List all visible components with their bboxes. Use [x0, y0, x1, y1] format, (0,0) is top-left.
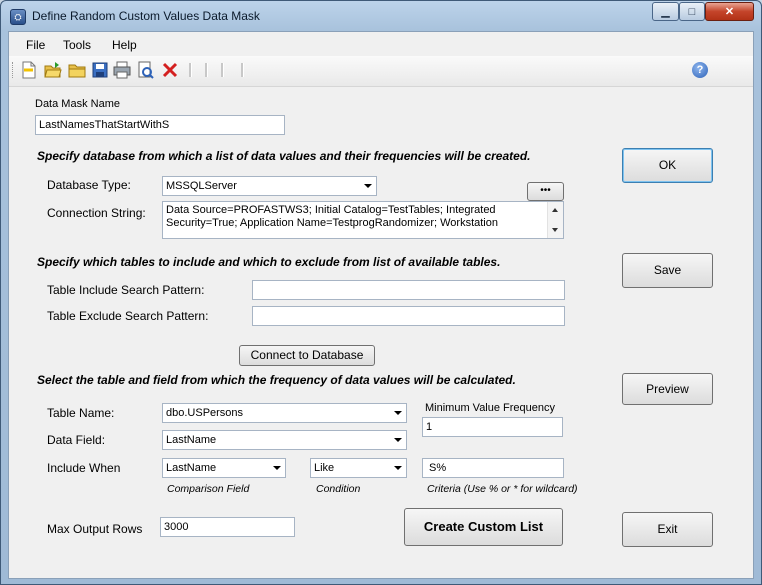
print-preview-icon[interactable] — [137, 61, 155, 79]
minimize-button[interactable]: ▁ — [652, 2, 679, 21]
help-icon[interactable]: ? — [692, 62, 708, 78]
include-pattern-field[interactable] — [252, 280, 565, 300]
tables-section-heading: Specify which tables to include and whic… — [37, 255, 501, 269]
table-name-label: Table Name: — [47, 406, 115, 420]
table-name-value: dbo.USPersons — [166, 407, 244, 419]
db-section-heading: Specify database from which a list of da… — [37, 149, 531, 163]
preview-button[interactable]: Preview — [622, 373, 713, 405]
table-name-select[interactable]: dbo.USPersons — [162, 403, 407, 423]
min-frequency-label: Minimum Value Frequency — [425, 402, 556, 414]
chevron-down-icon — [394, 411, 402, 415]
chevron-down-icon — [273, 466, 281, 470]
db-type-label: Database Type: — [47, 178, 131, 192]
connect-to-database-button[interactable]: Connect to Database — [239, 345, 375, 366]
criteria-caption: Criteria (Use % or * for wildcard) — [427, 483, 578, 495]
delete-icon[interactable] — [161, 61, 179, 79]
toolbar: ? — [9, 56, 753, 87]
exclude-pattern-label: Table Exclude Search Pattern: — [47, 309, 209, 323]
db-type-value: MSSQLServer — [166, 180, 237, 192]
open-folder-icon[interactable] — [44, 61, 62, 79]
close-button[interactable]: ✕ — [705, 2, 754, 21]
folder-icon[interactable] — [68, 61, 86, 79]
save-icon[interactable] — [91, 61, 109, 79]
scroll-down-icon[interactable] — [552, 228, 558, 232]
include-pattern-label: Table Include Search Pattern: — [47, 283, 205, 297]
toolbar-grip — [12, 62, 16, 78]
browse-connection-button[interactable]: ••• — [527, 182, 564, 201]
ok-button[interactable]: OK — [622, 148, 713, 183]
connection-string-field[interactable]: Data Source=PROFASTWS3; Initial Catalog=… — [162, 201, 564, 239]
new-document-icon[interactable] — [20, 61, 38, 79]
app-window: ⛭ Define Random Custom Values Data Mask … — [0, 0, 762, 585]
toolbar-separator — [241, 63, 244, 77]
connection-string-value: Data Source=PROFASTWS3; Initial Catalog=… — [166, 204, 498, 229]
client-area: File Tools Help ? Data Mask Name LastNam… — [8, 31, 754, 579]
comparison-field-select[interactable]: LastName — [162, 458, 286, 478]
field-section-heading: Select the table and field from which th… — [37, 373, 516, 387]
toolbar-separator — [189, 63, 192, 77]
menu-help[interactable]: Help — [112, 38, 137, 52]
menu-tools[interactable]: Tools — [63, 38, 91, 52]
condition-caption: Condition — [316, 483, 361, 495]
mask-name-label: Data Mask Name — [35, 98, 120, 110]
data-field-value: LastName — [166, 434, 217, 446]
exclude-pattern-field[interactable] — [252, 306, 565, 326]
app-icon: ⛭ — [10, 9, 26, 25]
include-when-label: Include When — [47, 461, 121, 475]
data-field-label: Data Field: — [47, 433, 106, 447]
chevron-down-icon — [394, 438, 402, 442]
comparison-field-caption: Comparison Field — [167, 483, 250, 495]
chevron-down-icon — [364, 184, 372, 188]
chevron-down-icon — [394, 466, 402, 470]
db-type-select[interactable]: MSSQLServer — [162, 176, 377, 196]
condition-value: Like — [314, 462, 335, 474]
connection-string-label: Connection String: — [47, 206, 146, 220]
connection-scrollbar[interactable] — [547, 202, 563, 238]
min-frequency-field[interactable]: 1 — [422, 417, 563, 437]
maximize-button[interactable]: □ — [679, 2, 705, 21]
criteria-field[interactable]: S% — [422, 458, 564, 478]
data-field-select[interactable]: LastName — [162, 430, 407, 450]
toolbar-separator — [205, 63, 208, 77]
max-output-rows-label: Max Output Rows — [47, 522, 143, 536]
window-title: Define Random Custom Values Data Mask — [32, 9, 260, 23]
mask-name-field[interactable]: LastNamesThatStartWithS — [35, 115, 285, 135]
print-icon[interactable] — [113, 61, 131, 79]
max-output-rows-field[interactable]: 3000 — [160, 517, 295, 537]
title-bar[interactable]: ⛭ Define Random Custom Values Data Mask … — [1, 1, 761, 31]
save-button[interactable]: Save — [622, 253, 713, 288]
exit-button[interactable]: Exit — [622, 512, 713, 547]
menu-file[interactable]: File — [26, 38, 45, 52]
condition-select[interactable]: Like — [310, 458, 407, 478]
create-custom-list-button[interactable]: Create Custom List — [404, 508, 563, 546]
toolbar-separator — [221, 63, 224, 77]
scroll-up-icon[interactable] — [552, 208, 558, 212]
comparison-field-value: LastName — [166, 462, 217, 474]
menu-bar: File Tools Help — [9, 32, 753, 56]
